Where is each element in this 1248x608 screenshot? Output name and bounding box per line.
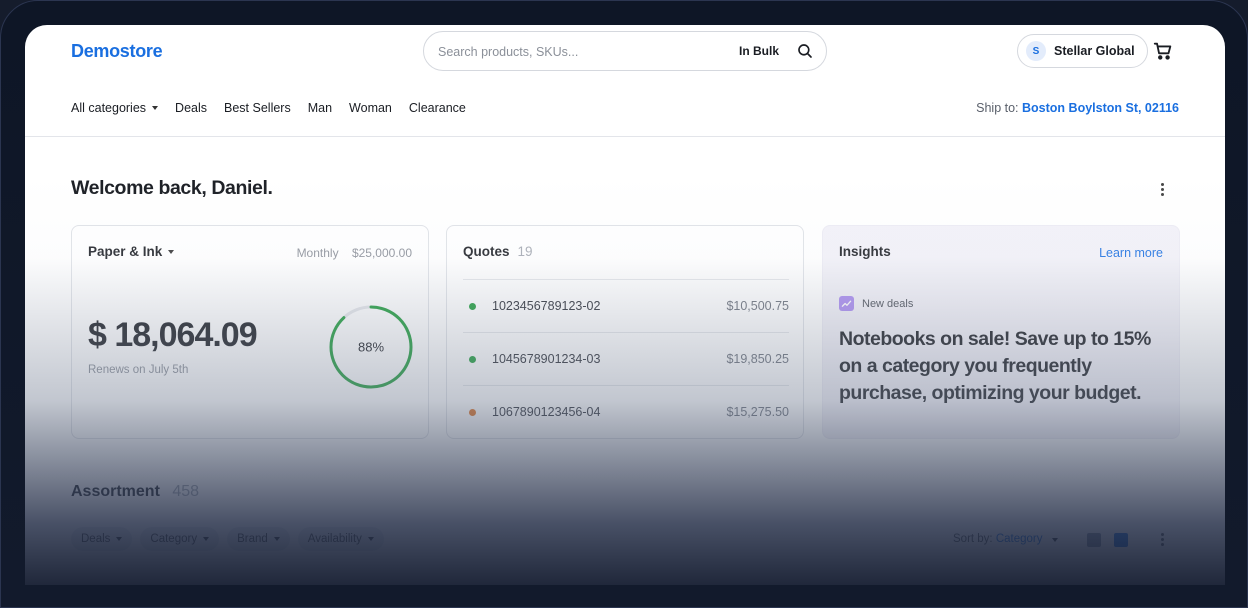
chevron-down-icon [116, 537, 123, 541]
filter-label: Availability [307, 533, 362, 545]
budget-meta: Monthly $25,000.00 [297, 246, 412, 260]
budget-progress-ring: 88% [329, 305, 413, 389]
trend-up-icon [839, 296, 854, 311]
more-options-icon[interactable] [1157, 181, 1167, 197]
assortment-count: 458 [172, 483, 200, 500]
quote-amount: $19,850.25 [726, 352, 789, 366]
chevron-down-icon [203, 537, 210, 541]
chevron-down-icon [152, 106, 159, 110]
budget-card[interactable]: Paper & Ink Monthly $25,000.00 $ 18,064.… [71, 225, 429, 439]
status-dot [469, 355, 476, 363]
quote-id: 1045678901234-03 [492, 352, 601, 366]
quote-row[interactable]: 1045678901234-03 $19,850.25 [463, 332, 789, 385]
insights-title: Insights [839, 244, 891, 259]
ship-address[interactable]: Boston Boylston St, 02116 [1022, 101, 1179, 115]
account-button[interactable]: S Stellar Global [1017, 34, 1148, 68]
assortment-title: Assortment [71, 483, 160, 500]
quotes-card[interactable]: Quotes 19 1023456789123-02 $10,500.75 10… [446, 225, 804, 439]
quote-id: 1067890123456-04 [492, 405, 601, 419]
new-deals-badge: New deals [839, 296, 913, 311]
search-input[interactable] [438, 42, 718, 62]
budget-title: Paper & Ink [88, 244, 163, 259]
sort-label: Sort by: [953, 533, 993, 545]
store-logo[interactable]: Demostore [71, 41, 163, 62]
ship-label: Ship to: [976, 101, 1019, 115]
chevron-down-icon [1051, 538, 1058, 542]
chevron-down-icon [367, 537, 374, 541]
filter-label: Category [150, 533, 198, 545]
filter-bar: Deals Category Brand Availability [71, 527, 384, 551]
category-nav: All categories Deals Best Sellers Man Wo… [71, 101, 466, 115]
quotes-count: 19 [517, 244, 533, 259]
status-dot [469, 302, 476, 310]
more-options-icon[interactable] [1157, 531, 1167, 547]
assortment-heading: Assortment 458 [71, 483, 199, 501]
insight-message: Notebooks on sale! Save up to 15% on a c… [839, 328, 1151, 404]
budget-period: Monthly [296, 246, 339, 260]
nav-best-sellers[interactable]: Best Sellers [224, 101, 291, 115]
filter-brand[interactable]: Brand [227, 527, 290, 551]
sort-value: Category [995, 533, 1043, 545]
search-icon[interactable] [796, 42, 814, 60]
chevron-down-icon [168, 249, 175, 254]
quote-amount: $15,275.50 [726, 405, 789, 419]
account-name: Stellar Global [1054, 44, 1135, 58]
chevron-down-icon [273, 537, 280, 541]
nav-label: All categories [71, 101, 147, 115]
device-frame: Demostore In Bulk S Stellar Global All c… [0, 0, 1248, 608]
cart-icon[interactable] [1152, 40, 1174, 62]
nav-clearance[interactable]: Clearance [409, 101, 466, 115]
budget-renew-date: Renews on July 5th [88, 364, 189, 376]
list-view-icon[interactable] [1087, 533, 1101, 547]
filter-deals[interactable]: Deals [71, 527, 133, 551]
nav-man[interactable]: Man [308, 101, 332, 115]
nav-all-categories[interactable]: All categories [71, 101, 159, 115]
filter-label: Deals [81, 533, 111, 545]
header-divider [25, 136, 1225, 137]
browser-screen: Demostore In Bulk S Stellar Global All c… [25, 25, 1225, 585]
in-bulk-button[interactable]: In Bulk [739, 44, 779, 58]
filter-category[interactable]: Category [140, 527, 220, 551]
filter-label: Brand [237, 533, 268, 545]
avatar: S [1026, 41, 1046, 61]
page-title: Welcome back, Daniel. [71, 177, 273, 199]
quote-row[interactable]: 1067890123456-04 $15,275.50 [463, 385, 789, 438]
budget-category-dropdown[interactable]: Paper & Ink [88, 244, 175, 259]
quotes-header: Quotes 19 [463, 244, 533, 259]
sort-dropdown[interactable]: Sort by: Category [953, 533, 1058, 545]
budget-progress-label: 88% [358, 340, 384, 355]
search-bar[interactable]: In Bulk [423, 31, 827, 71]
badge-label: New deals [862, 297, 914, 310]
quotes-title: Quotes [463, 244, 510, 259]
quote-id: 1023456789123-02 [492, 299, 601, 313]
ship-to[interactable]: Ship to: Boston Boylston St, 02116 [976, 101, 1179, 115]
status-dot [469, 408, 476, 416]
insights-card: Insights Learn more New deals Notebooks … [822, 225, 1180, 439]
budget-amount: $ 18,064.09 [88, 316, 258, 354]
quote-amount: $10,500.75 [726, 299, 789, 313]
nav-deals[interactable]: Deals [175, 101, 207, 115]
budget-limit: $25,000.00 [351, 246, 412, 260]
learn-more-link[interactable]: Learn more [1099, 246, 1163, 260]
filter-availability[interactable]: Availability [297, 527, 384, 551]
quote-row[interactable]: 1023456789123-02 $10,500.75 [463, 279, 789, 332]
grid-view-icon[interactable] [1114, 533, 1128, 547]
nav-woman[interactable]: Woman [349, 101, 392, 115]
